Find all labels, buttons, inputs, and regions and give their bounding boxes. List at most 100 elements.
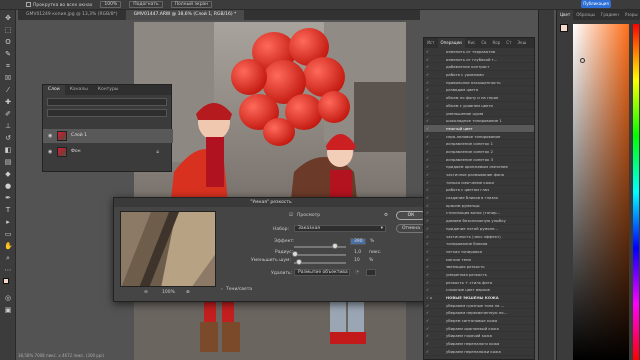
quick-mask-icon[interactable]: ◎ xyxy=(4,294,12,302)
quick-select-tool-icon[interactable]: ✎ xyxy=(4,50,12,58)
tab-swatches[interactable]: Образцы xyxy=(573,10,598,20)
checkmark-icon[interactable]: ✓ xyxy=(426,348,429,355)
type-tool-icon[interactable]: T xyxy=(4,206,12,214)
action-row[interactable]: ✓ исправление синеток 2 xyxy=(424,148,534,156)
foreground-color-swatch[interactable] xyxy=(3,278,9,284)
action-row[interactable]: ✓ убираем оранжевый кожа xyxy=(424,325,534,333)
checkmark-icon[interactable]: ✓ xyxy=(426,102,429,109)
action-set-row[interactable]: ✓ ▸ НОВЫЕ ЭКШЕНЫ КОЖА xyxy=(424,294,534,302)
radius-slider-knob[interactable] xyxy=(292,251,299,257)
color-field[interactable] xyxy=(573,24,629,360)
action-row[interactable]: ✓ уберааем грязные тона на ... xyxy=(424,302,534,310)
checkmark-icon[interactable]: ✓ xyxy=(426,279,429,286)
checkmark-icon[interactable]: ✓ xyxy=(426,163,429,170)
cancel-button[interactable]: Отмена xyxy=(396,224,426,233)
hand-tool-icon[interactable]: ✋ xyxy=(4,242,13,250)
checkmark-icon[interactable]: ✓ xyxy=(426,217,429,224)
move-tool-icon[interactable]: ✥ xyxy=(4,14,12,22)
action-row[interactable]: ✓ исправление синеток 1 xyxy=(424,140,534,148)
action-row[interactable]: ✓ работа с цветом глаз xyxy=(424,186,534,195)
action-row[interactable]: ✓ убираем переналоги кожа xyxy=(424,340,534,348)
checkmark-icon[interactable]: ✓ xyxy=(426,79,429,86)
action-row[interactable]: ✓ резкость + стиль фото xyxy=(424,279,534,287)
noise-slider-knob[interactable] xyxy=(296,259,303,265)
healing-tool-icon[interactable]: ✚ xyxy=(4,98,12,106)
checkmark-icon[interactable]: ✓ xyxy=(426,225,429,232)
screen-mode-icon[interactable]: ▣ xyxy=(4,306,12,314)
noise-value[interactable]: 10 xyxy=(354,258,360,263)
stamp-tool-icon[interactable]: ⊥ xyxy=(4,122,12,130)
tab-styles[interactable]: Ст xyxy=(503,38,514,48)
action-row[interactable]: ✓ работа с уровнями xyxy=(424,71,534,79)
checkmark-icon[interactable]: ✓ ▸ xyxy=(426,294,432,301)
checkmark-icon[interactable]: ✓ xyxy=(426,148,429,155)
checkmark-icon[interactable]: ✓ xyxy=(426,186,429,193)
marquee-tool-icon[interactable]: ⬚ xyxy=(4,26,12,34)
frame-tool-icon[interactable]: ☒ xyxy=(4,74,12,82)
tab-channels[interactable]: Каналы xyxy=(65,85,93,95)
dodge-tool-icon[interactable]: ● xyxy=(4,182,12,190)
amount-slider-knob[interactable] xyxy=(331,243,338,249)
action-row[interactable]: ✓ частичное размывание фона xyxy=(424,171,534,179)
action-row[interactable]: ✓ изменить от глубокой т... xyxy=(424,56,534,64)
tab-color[interactable]: Цвет xyxy=(557,10,574,20)
action-row[interactable]: ✓ разводим цвета xyxy=(424,86,534,95)
checkmark-icon[interactable]: ✓ xyxy=(426,94,429,101)
tab-paths[interactable]: Контуры xyxy=(93,85,124,95)
tab-export[interactable]: Экш xyxy=(514,38,529,48)
action-row[interactable]: ✓ придаем оранжевым свечение xyxy=(424,163,534,171)
layer-row-1[interactable]: ◉ Слой 1 xyxy=(43,129,173,143)
checkmark-icon[interactable]: ✓ xyxy=(426,63,429,70)
path-select-tool-icon[interactable]: ▸ xyxy=(4,218,12,226)
action-row[interactable]: ✓ уменьшение шума xyxy=(424,110,534,118)
status-zoom[interactable]: 38,58% xyxy=(18,353,33,358)
checkmark-icon[interactable]: ✓ xyxy=(426,309,429,316)
zoom-tool-icon[interactable]: ⌕ xyxy=(4,254,12,262)
more-tools-icon[interactable]: ⋯ xyxy=(4,266,12,274)
checkmark-icon[interactable]: ✓ xyxy=(426,48,429,55)
checkmark-icon[interactable]: ✓ xyxy=(426,194,429,201)
shape-tool-icon[interactable]: ▭ xyxy=(4,230,12,238)
action-row[interactable]: ✓ мягкие тени xyxy=(424,256,534,264)
angle-dial-icon[interactable]: ◔ xyxy=(355,270,359,275)
tab-history[interactable]: Ист xyxy=(424,38,438,48)
lasso-tool-icon[interactable]: ʘ xyxy=(4,38,12,46)
action-row[interactable]: ✓ сложные цвет веркие xyxy=(424,286,534,294)
checkmark-icon[interactable]: ✓ xyxy=(426,286,429,293)
action-row[interactable]: ✓ уберем синтоновые кожа xyxy=(424,317,534,325)
hue-slider[interactable] xyxy=(633,24,639,360)
eyedropper-tool-icon[interactable]: ⁄ xyxy=(4,86,12,94)
scroll-all-checkbox[interactable] xyxy=(26,1,31,7)
action-row[interactable]: ✓ тонкая смягчение кожи xyxy=(424,179,534,187)
angle-input[interactable] xyxy=(366,269,376,276)
action-row[interactable]: ✓ объем по фону и на герое xyxy=(424,94,534,102)
action-row[interactable]: ✓ частичность (чекс эффект) xyxy=(424,233,534,241)
checkmark-icon[interactable]: ✓ xyxy=(426,271,429,278)
zoom-100-button[interactable]: 100% xyxy=(100,1,122,8)
document-canvas[interactable] xyxy=(134,22,406,360)
eraser-tool-icon[interactable]: ◧ xyxy=(4,146,12,154)
shadows-highlights-section[interactable]: Тени/света xyxy=(226,287,252,292)
radius-value[interactable]: 1,0 xyxy=(354,250,361,255)
action-row[interactable]: ✓ тонирование бликов xyxy=(424,240,534,248)
checkmark-icon[interactable]: ✓ xyxy=(426,209,429,216)
checkmark-icon[interactable]: ✓ xyxy=(426,317,429,324)
zoom-out-icon[interactable]: ⊖ xyxy=(144,290,148,295)
checkmark-icon[interactable]: ✓ xyxy=(426,86,429,93)
fit-screen-button[interactable]: Подогнать xyxy=(129,1,163,8)
amount-input[interactable]: 390 xyxy=(350,238,366,245)
checkmark-icon[interactable]: ✓ xyxy=(426,240,429,247)
action-row[interactable]: ✓ звенящая резкость xyxy=(424,263,534,271)
action-row[interactable]: ✓ объем с уровнем цвета xyxy=(424,102,534,110)
visibility-eye-icon[interactable]: ◉ xyxy=(48,129,52,143)
radius-slider[interactable] xyxy=(294,254,346,256)
remove-select[interactable]: Размытие объектива xyxy=(294,269,350,276)
checkmark-icon[interactable]: ✓ xyxy=(426,117,429,124)
color-picker-ring[interactable] xyxy=(580,58,585,63)
checkmark-icon[interactable]: ✓ xyxy=(426,256,429,263)
checkmark-icon[interactable]: ✓ xyxy=(426,156,429,163)
preset-select[interactable]: Заказная ▾ xyxy=(294,225,386,232)
checkmark-icon[interactable]: ✓ xyxy=(426,233,429,240)
action-row[interactable]: ✓ красим румянцы xyxy=(424,202,534,210)
preview-checkbox[interactable]: ☑ xyxy=(289,213,293,218)
